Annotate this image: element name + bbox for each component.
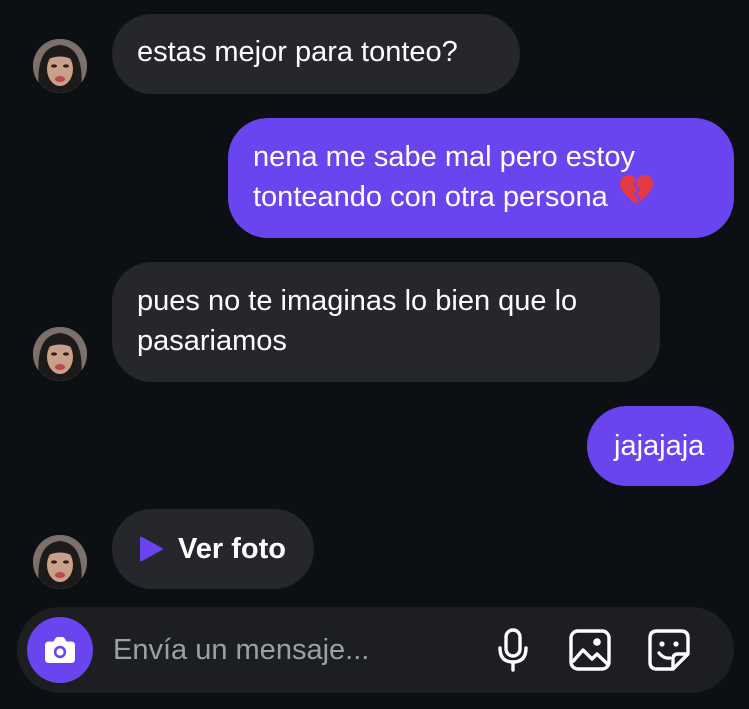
view-photo-label: Ver foto <box>178 532 286 565</box>
message-bubble-outgoing[interactable]: nena me sabe mal pero estoy tonteando co… <box>228 118 734 238</box>
contact-avatar[interactable] <box>33 39 87 93</box>
view-photo-button[interactable]: Ver foto <box>112 509 314 589</box>
gallery-button[interactable] <box>567 627 613 673</box>
microphone-icon <box>498 628 528 672</box>
message-bubble-incoming[interactable]: pues no te imaginas lo bien que lo pasar… <box>112 262 660 382</box>
message-text-line-1: pues no te imaginas lo bien que lo <box>137 285 578 317</box>
message-bubble-outgoing[interactable]: jajajaja <box>587 406 734 486</box>
microphone-button[interactable] <box>490 627 536 673</box>
message-text-line-1: nena me sabe mal pero estoy <box>253 141 636 173</box>
message-input[interactable] <box>113 630 473 670</box>
sticker-icon <box>648 629 690 671</box>
message-bubble-incoming[interactable]: estas mejor para tonteo? <box>112 14 520 94</box>
broken-heart-icon <box>618 174 654 217</box>
message-text: jajajaja <box>614 430 705 462</box>
message-composer <box>17 607 734 693</box>
play-icon <box>140 536 163 562</box>
camera-icon <box>45 637 75 663</box>
message-text: estas mejor para tonteo? <box>137 36 458 68</box>
camera-button[interactable] <box>27 617 93 683</box>
sticker-button[interactable] <box>646 627 692 673</box>
message-text-line-2: tonteando con otra persona <box>253 181 608 213</box>
message-text-line-2: pasariamos <box>137 325 287 357</box>
contact-avatar[interactable] <box>33 327 87 381</box>
contact-avatar[interactable] <box>33 535 87 589</box>
gallery-icon <box>569 629 611 671</box>
message-text-line-2-wrap: tonteando con otra persona <box>253 174 709 217</box>
